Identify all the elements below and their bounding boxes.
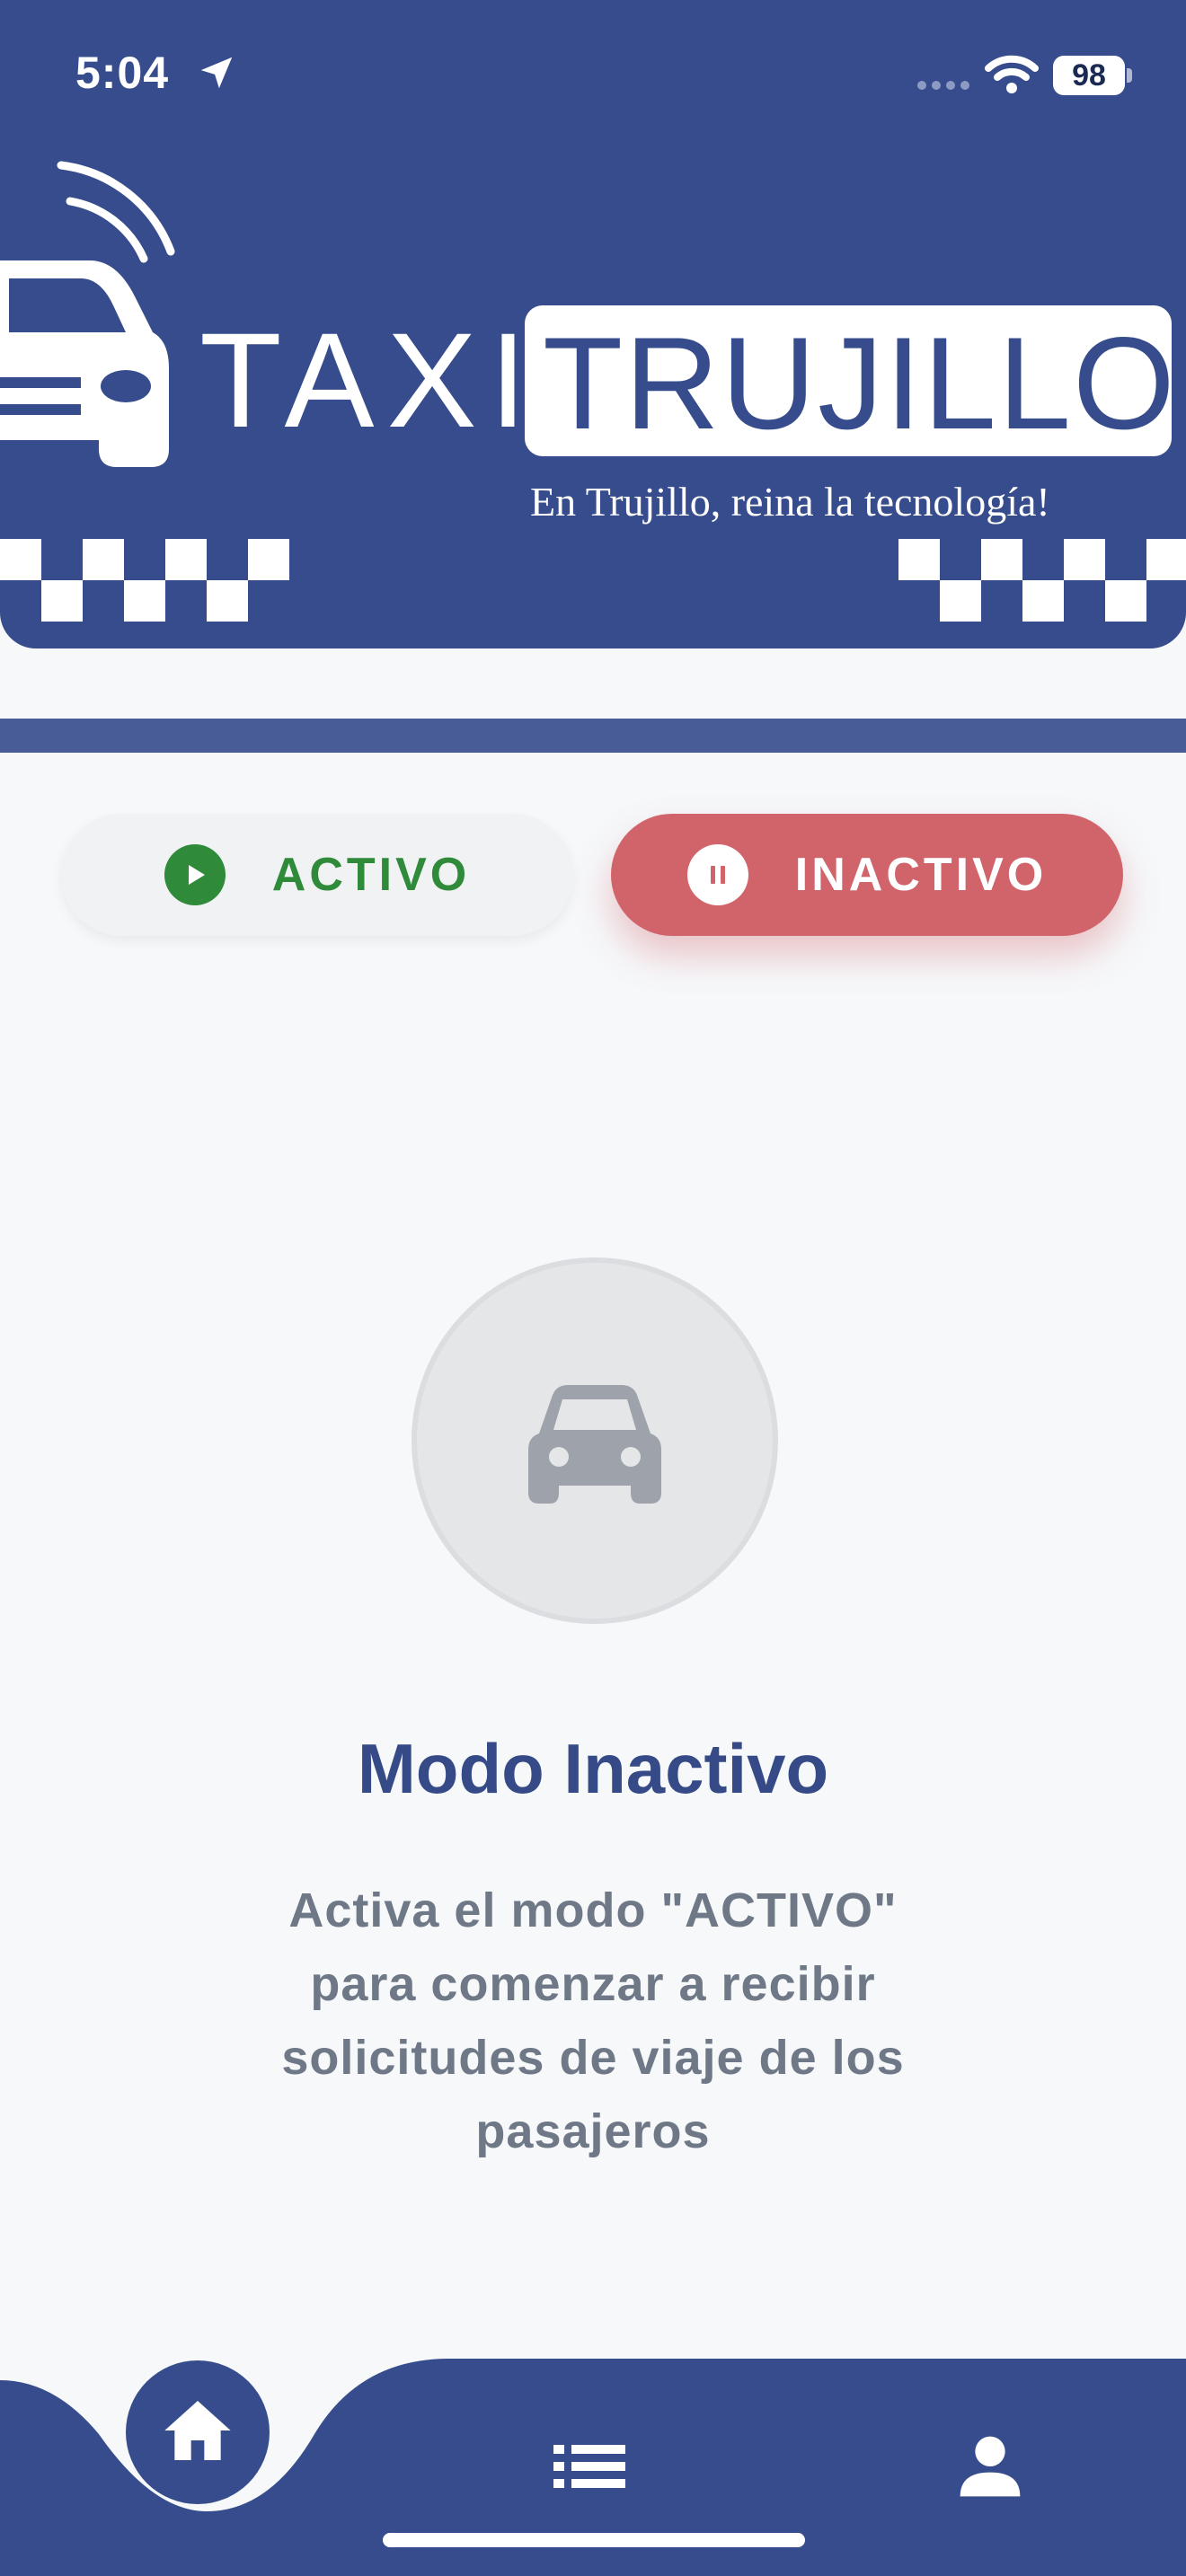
checker-pattern-right <box>898 539 1186 622</box>
app-header: 5:04 98 TAXI TRUJILLO En Trujillo, reina… <box>0 0 1186 648</box>
pause-icon <box>686 844 748 905</box>
header-divider <box>0 719 1186 753</box>
battery-indicator: 98 <box>1053 56 1125 95</box>
play-icon <box>164 844 226 905</box>
nav-list-button[interactable] <box>550 2439 629 2493</box>
brand-tagline: En Trujillo, reina la tecnología! <box>530 479 1050 525</box>
home-icon <box>164 2401 231 2460</box>
mode-description: Activa el modo "ACTIVO" para comenzar a … <box>281 1883 905 2158</box>
checker-pattern-left <box>0 539 289 622</box>
status-bar: 5:04 98 <box>0 0 1186 153</box>
taxi-car-logo-icon <box>0 161 175 467</box>
car-icon <box>528 1385 661 1504</box>
location-arrow-icon <box>200 57 233 89</box>
wifi-icon <box>985 55 1039 93</box>
status-time: 5:04 <box>75 48 170 98</box>
battery-tip <box>1127 68 1132 83</box>
active-mode-button[interactable]: ACTIVO <box>61 814 573 936</box>
home-indicator <box>383 2533 805 2547</box>
car-status-circle <box>412 1257 778 1624</box>
cellular-signal-icon <box>917 81 969 90</box>
brand-trujillo-text: TRUJILLO <box>543 310 1177 456</box>
mode-title: Modo Inactivo <box>357 1729 829 1808</box>
nav-home-button[interactable] <box>126 2360 270 2504</box>
inactive-mode-label: INACTIVO <box>794 849 1048 901</box>
active-mode-label: ACTIVO <box>271 849 471 901</box>
inactive-mode-button[interactable]: INACTIVO <box>611 814 1123 936</box>
brand-taxi-text: TAXI <box>199 304 540 455</box>
nav-profile-button[interactable] <box>954 2430 1026 2502</box>
